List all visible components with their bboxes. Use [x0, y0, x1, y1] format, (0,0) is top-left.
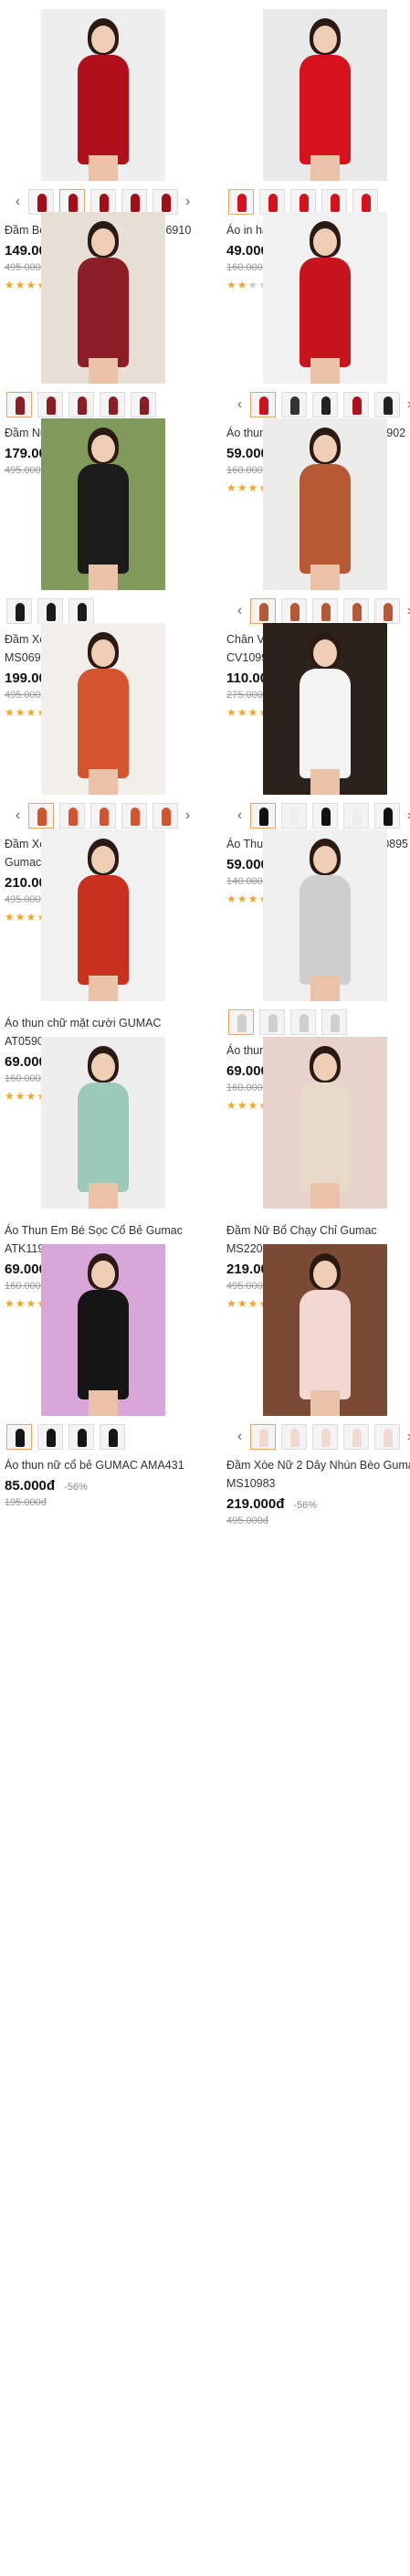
color-swatch[interactable] [58, 803, 85, 829]
color-swatch[interactable] [290, 189, 316, 215]
chevron-right-icon[interactable]: › [405, 1424, 410, 1450]
product-card[interactable]: ‹›Đầm Xòe Nữ 2 Dây Nhún Bèo Gumac MS1098… [226, 1244, 410, 1526]
color-swatches: ‹› [226, 1423, 410, 1451]
color-swatch[interactable] [249, 1424, 276, 1450]
color-swatch[interactable] [6, 392, 32, 417]
discount-label: -56% [64, 1482, 88, 1493]
color-swatches: ‹› [5, 802, 201, 829]
color-swatch[interactable] [228, 1009, 254, 1035]
color-swatch[interactable] [342, 1424, 369, 1450]
color-swatch[interactable] [311, 598, 338, 624]
color-swatch[interactable] [311, 803, 338, 829]
product-image[interactable] [40, 212, 165, 384]
color-swatch[interactable] [100, 1424, 125, 1450]
color-swatch[interactable] [89, 189, 116, 215]
chevron-left-icon[interactable]: ‹ [14, 189, 23, 215]
color-swatch[interactable] [58, 189, 85, 215]
color-swatch[interactable] [321, 189, 347, 215]
color-swatches [5, 1423, 201, 1451]
color-swatch[interactable] [37, 1424, 63, 1450]
price-row: 219.000đ -56% [226, 1496, 410, 1512]
color-swatch[interactable] [68, 598, 94, 624]
chevron-right-icon[interactable]: › [184, 189, 193, 215]
chevron-right-icon[interactable]: › [184, 803, 193, 829]
color-swatch[interactable] [228, 189, 254, 215]
color-swatches [5, 391, 201, 418]
color-swatch[interactable] [249, 598, 276, 624]
color-swatch[interactable] [100, 392, 125, 417]
product-image[interactable] [40, 829, 165, 1001]
product-image[interactable] [40, 1037, 165, 1209]
color-swatch[interactable] [280, 392, 307, 417]
color-swatch[interactable] [280, 598, 307, 624]
color-swatch[interactable] [89, 803, 116, 829]
color-swatch[interactable] [311, 392, 338, 417]
color-swatch[interactable] [373, 598, 400, 624]
color-swatch[interactable] [311, 1424, 338, 1450]
color-swatch[interactable] [6, 1424, 32, 1450]
color-swatches [5, 597, 201, 625]
color-swatch[interactable] [131, 392, 156, 417]
color-swatch[interactable] [280, 1424, 307, 1450]
color-swatch[interactable] [68, 392, 94, 417]
color-swatch[interactable] [37, 392, 63, 417]
color-swatch[interactable] [37, 598, 63, 624]
color-swatch[interactable] [373, 803, 400, 829]
original-price: 195.000đ [5, 1497, 47, 1508]
color-swatches: ‹› [226, 597, 410, 625]
color-swatch[interactable] [280, 803, 307, 829]
color-swatch[interactable] [342, 392, 369, 417]
color-swatch[interactable] [259, 189, 285, 215]
product-image[interactable] [262, 418, 387, 590]
color-swatch[interactable] [27, 189, 54, 215]
color-swatch[interactable] [152, 189, 178, 215]
color-swatches: ‹› [226, 391, 410, 418]
chevron-left-icon[interactable]: ‹ [236, 1424, 245, 1450]
chevron-left-icon[interactable]: ‹ [14, 803, 23, 829]
product-name[interactable]: Áo thun nữ cổ bẻ GUMAC AMA431 [5, 1456, 201, 1474]
product-image[interactable] [40, 623, 165, 795]
color-swatch[interactable] [6, 598, 32, 624]
color-swatch[interactable] [321, 1009, 347, 1035]
chevron-left-icon[interactable]: ‹ [236, 803, 245, 829]
color-swatches: ‹› [226, 802, 410, 829]
product-image[interactable] [262, 829, 387, 1001]
product-card[interactable]: Áo thun nữ cổ bẻ GUMAC AMA431 85.000đ -56%… [5, 1244, 201, 1508]
product-image[interactable] [40, 418, 165, 590]
color-swatch[interactable] [249, 392, 276, 417]
discount-label: -56% [293, 1500, 318, 1511]
color-swatch[interactable] [373, 392, 400, 417]
chevron-left-icon[interactable]: ‹ [236, 598, 245, 624]
color-swatch[interactable] [152, 803, 178, 829]
product-price: 219.000đ [226, 1496, 285, 1512]
color-swatch[interactable] [342, 803, 369, 829]
product-name[interactable]: Đầm Xòe Nữ 2 Dây Nhún Bèo Gumac MS10983 [226, 1456, 410, 1493]
color-swatch[interactable] [373, 1424, 400, 1450]
product-image[interactable] [40, 1244, 165, 1416]
color-swatch[interactable] [27, 803, 54, 829]
product-price: 85.000đ [5, 1478, 56, 1494]
color-swatch[interactable] [259, 1009, 285, 1035]
color-swatches [226, 1008, 410, 1036]
chevron-right-icon[interactable]: › [405, 598, 410, 624]
chevron-left-icon[interactable]: ‹ [236, 392, 245, 417]
chevron-right-icon[interactable]: › [405, 392, 410, 417]
price-row: 85.000đ -56% [5, 1478, 201, 1494]
original-price: 495.000đ [226, 1515, 268, 1526]
color-swatch[interactable] [68, 1424, 94, 1450]
color-swatch[interactable] [342, 598, 369, 624]
product-image[interactable] [262, 1037, 387, 1209]
product-grid: ‹›Đầm Body Da Beo Gumac MS06910149.000 ₫… [0, 0, 410, 2576]
color-swatch[interactable] [290, 1009, 316, 1035]
product-image[interactable] [262, 212, 387, 384]
product-image[interactable] [262, 623, 387, 795]
color-swatch[interactable] [352, 189, 378, 215]
product-image[interactable] [262, 1244, 387, 1416]
color-swatch[interactable] [249, 803, 276, 829]
chevron-right-icon[interactable]: › [405, 803, 410, 829]
color-swatch[interactable] [121, 189, 147, 215]
product-image[interactable] [40, 9, 165, 181]
product-image[interactable] [262, 9, 387, 181]
color-swatch[interactable] [121, 803, 147, 829]
